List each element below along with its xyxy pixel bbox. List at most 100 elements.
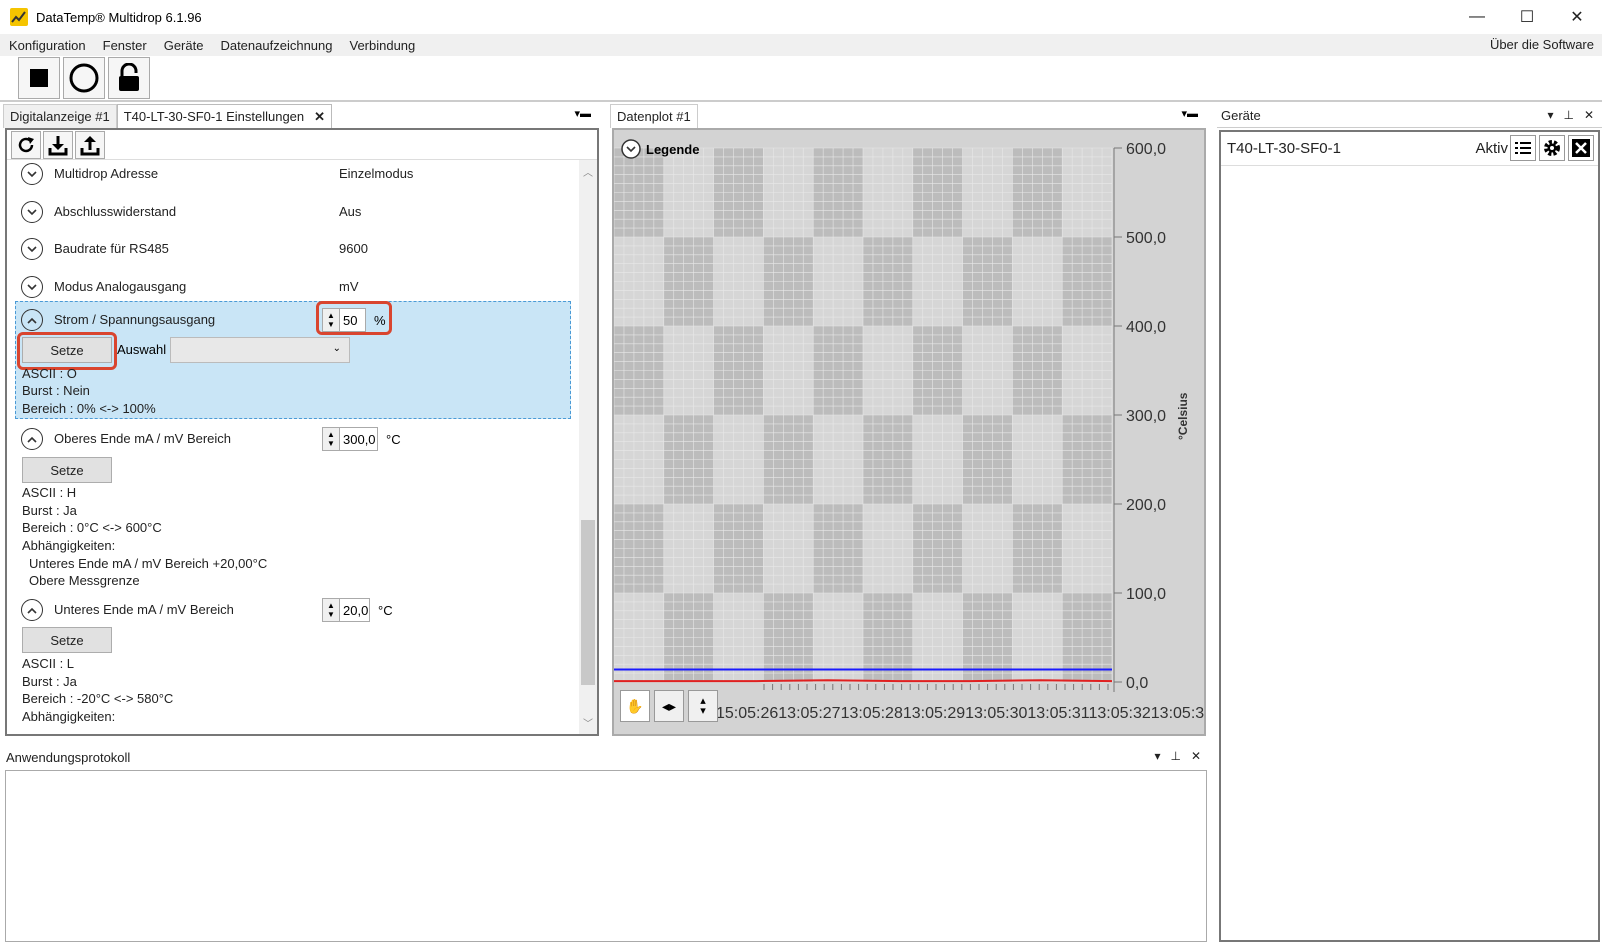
close-box-icon	[1572, 139, 1590, 157]
info-line: Bereich : 0°C <-> 600°C	[22, 520, 162, 535]
info-line: Bereich : -20°C <-> 580°C	[22, 691, 174, 706]
panel-menu-icon[interactable]: ▾	[1154, 749, 1160, 763]
pin-icon[interactable]: ⊥	[1170, 749, 1180, 763]
setting-label: Unteres Ende mA / mV Bereich	[54, 602, 234, 617]
spinner-arrows-icon[interactable]: ▲ ▼	[322, 598, 340, 622]
chevron-down-icon: ⌄	[332, 343, 341, 354]
oberes-spinner[interactable]: ▲ ▼ 300,0 °C	[322, 426, 401, 452]
stop-button[interactable]	[18, 57, 60, 99]
legend-toggle[interactable]: Legende	[620, 138, 699, 160]
upload-button[interactable]	[75, 130, 105, 159]
menu-datenaufzeichnung[interactable]: Datenaufzeichnung	[211, 38, 340, 53]
setting-value: 9600	[339, 241, 368, 256]
upload-icon	[80, 135, 100, 155]
chevron-down-icon[interactable]	[21, 276, 43, 298]
setting-label: Abschlusswiderstand	[54, 204, 177, 219]
chevron-down-icon[interactable]	[21, 238, 43, 260]
chevron-down-icon[interactable]	[21, 163, 43, 185]
zoom-x-button[interactable]: ◂▸	[654, 690, 684, 722]
panel-menu-icon[interactable]: ▾▬	[574, 107, 591, 120]
chevron-up-icon[interactable]	[21, 599, 43, 621]
settings-scrollbar[interactable]: ︿ ﹀	[579, 160, 597, 734]
log-title: Anwendungsprotokoll	[6, 749, 131, 765]
maximize-button[interactable]: ☐	[1502, 0, 1552, 34]
y-tick-label: 100,0	[1126, 586, 1166, 603]
info-line: Abhängigkeiten:	[22, 709, 116, 724]
menu-fenster[interactable]: Fenster	[94, 38, 155, 53]
download-button[interactable]	[43, 130, 73, 159]
y-axis-label: °Celsius	[1176, 392, 1190, 440]
gear-icon	[1544, 140, 1560, 156]
legend-label: Legende	[646, 141, 700, 157]
lock-button[interactable]	[108, 57, 150, 99]
panel-menu-icon[interactable]: ▾	[1547, 108, 1553, 122]
oberes-value[interactable]: 300,0	[340, 427, 378, 451]
menu-konfiguration[interactable]: Konfiguration	[0, 38, 94, 53]
zoom-y-button[interactable]: ▴ ▾	[688, 690, 718, 722]
chevron-down-icon[interactable]	[21, 201, 43, 223]
log-content	[5, 770, 1207, 942]
menu-about[interactable]: Über die Software	[1490, 37, 1594, 52]
info-line: Abhängigkeiten:	[22, 538, 116, 553]
tab-label: Datenplot #1	[617, 109, 691, 124]
chevron-up-icon[interactable]	[21, 428, 43, 450]
chevron-up-icon[interactable]	[21, 309, 43, 331]
devices-panel: Geräte ▾ ⊥ ✕ T40-LT-30-SF0-1 Aktiv	[1217, 104, 1602, 944]
setting-row-multidrop[interactable]: Multidrop Adresse Einzelmodus	[7, 160, 582, 198]
y-tick-label: 400,0	[1126, 319, 1166, 336]
refresh-button[interactable]	[11, 130, 41, 159]
scroll-down-icon[interactable]: ﹀	[583, 715, 593, 730]
oberes-setze-button[interactable]: Setze	[22, 457, 112, 483]
record-button[interactable]	[63, 57, 105, 99]
close-button[interactable]: ✕	[1552, 0, 1602, 34]
device-list-button[interactable]	[1510, 135, 1536, 161]
scroll-thumb[interactable]	[581, 520, 595, 685]
window-title: DataTemp® Multidrop 6.1.96	[36, 9, 202, 25]
app-icon	[10, 8, 28, 26]
vertical-arrows-icon: ▴ ▾	[700, 695, 706, 717]
auswahl-label: Auswahl	[117, 342, 167, 357]
pin-icon[interactable]: ⊥	[1563, 108, 1573, 122]
setting-row-abschluss[interactable]: Abschlusswiderstand Aus	[7, 198, 582, 236]
close-icon[interactable]: ✕	[1191, 749, 1201, 763]
unteres-value[interactable]: 20,0	[340, 598, 370, 622]
tab-datenplot[interactable]: Datenplot #1	[610, 104, 698, 128]
title-bar: DataTemp® Multidrop 6.1.96 — ☐ ✕	[0, 0, 1602, 34]
tab-digitalanzeige[interactable]: Digitalanzeige #1	[3, 104, 117, 128]
setting-label: Baudrate für RS485	[54, 241, 169, 256]
tab-einstellungen[interactable]: T40-LT-30-SF0-1 Einstellungen ✕	[116, 104, 333, 128]
y-tick-label: 500,0	[1126, 230, 1166, 247]
info-line: ASCII : H	[22, 485, 77, 500]
scroll-up-icon[interactable]: ︿	[583, 164, 593, 179]
setting-label: Oberes Ende mA / mV Bereich	[54, 431, 232, 446]
y-tick-label: 0,0	[1126, 675, 1148, 692]
setting-row-baudrate[interactable]: Baudrate für RS485 9600	[7, 235, 582, 273]
oberes-unit: °C	[386, 431, 401, 447]
plot-area[interactable]: 600,0 500,0 400,0 300,0 200,0 100,0 0,0 °Celsiu…	[612, 128, 1206, 736]
info-line: Burst : Ja	[22, 674, 77, 689]
hand-icon: ✋	[626, 697, 644, 714]
x-tick-labels: 15:05:2613:05:2713:05:2813:05:2913:05:30…	[716, 705, 1204, 722]
series-line-1	[614, 679, 1113, 683]
setting-row-oberes[interactable]: Oberes Ende mA / mV Bereich	[7, 423, 582, 461]
list-icon	[1515, 142, 1531, 154]
info-line: ASCII : O	[22, 366, 77, 381]
info-line: Unteres Ende mA / mV Bereich +20,00°C	[29, 556, 268, 571]
close-icon[interactable]: ✕	[1584, 108, 1594, 122]
setting-label: Strom / Spannungsausgang	[54, 312, 216, 327]
spinner-arrows-icon[interactable]: ▲ ▼	[322, 427, 340, 451]
pan-button[interactable]: ✋	[620, 690, 650, 722]
auswahl-select[interactable]: ⌄	[170, 337, 350, 363]
refresh-icon	[18, 136, 34, 152]
log-panel: Anwendungsprotokoll ▾ ⊥ ✕	[3, 746, 1209, 944]
menu-geraete[interactable]: Geräte	[155, 38, 212, 53]
device-row[interactable]: T40-LT-30-SF0-1 Aktiv	[1221, 132, 1598, 166]
unteres-spinner[interactable]: ▲ ▼ 20,0 °C	[322, 597, 393, 623]
panel-menu-icon[interactable]: ▾▬	[1181, 107, 1198, 120]
minimize-button[interactable]: —	[1452, 0, 1502, 34]
device-remove-button[interactable]	[1568, 135, 1594, 161]
device-settings-button[interactable]	[1539, 135, 1565, 161]
tab-close-icon[interactable]: ✕	[314, 109, 325, 125]
menu-verbindung[interactable]: Verbindung	[340, 38, 423, 53]
unteres-setze-button[interactable]: Setze	[22, 627, 112, 653]
